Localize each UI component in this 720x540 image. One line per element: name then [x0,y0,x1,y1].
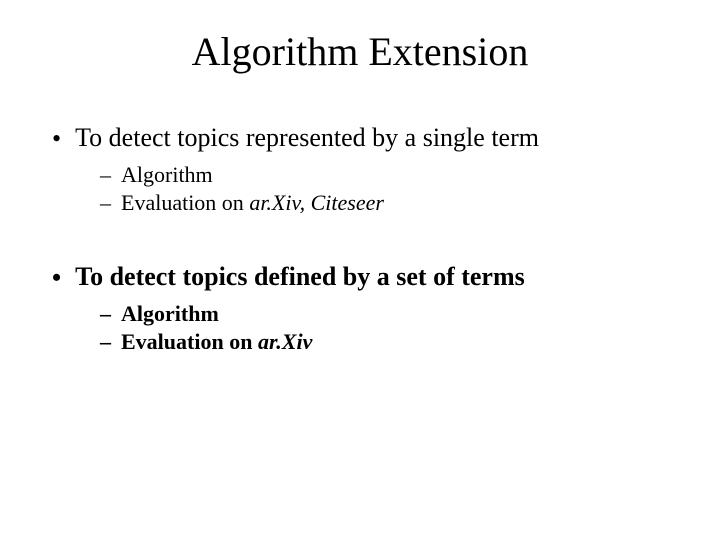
bullet-dash-icon: – [100,162,111,188]
section1-sub1-text: Algorithm [121,162,213,188]
slide-title: Algorithm Extension [40,28,680,75]
section2-sub2-text: Evaluation on ar.Xiv [121,329,312,355]
bullet-section1: • To detect topics represented by a sing… [52,123,680,154]
bullet-dash-icon: – [100,301,111,327]
bullet-dash-icon: – [100,190,111,216]
bullet-section1-sub1: – Algorithm [100,162,680,188]
bullet-section2-sub1: – Algorithm [100,301,680,327]
bullet-dot-icon: • [52,123,61,154]
section2-heading: To detect topics defined by a set of ter… [75,262,525,292]
section2-sub1-text: Algorithm [121,301,219,327]
bullet-section1-sub2: – Evaluation on ar.Xiv, Citeseer [100,190,680,216]
bullet-section2: • To detect topics defined by a set of t… [52,262,680,293]
section1-heading: To detect topics represented by a single… [75,123,539,153]
bullet-dot-icon: • [52,262,61,293]
bullet-section2-sub2: – Evaluation on ar.Xiv [100,329,680,355]
bullet-dash-icon: – [100,329,111,355]
section1-sub2-text: Evaluation on ar.Xiv, Citeseer [121,190,384,216]
